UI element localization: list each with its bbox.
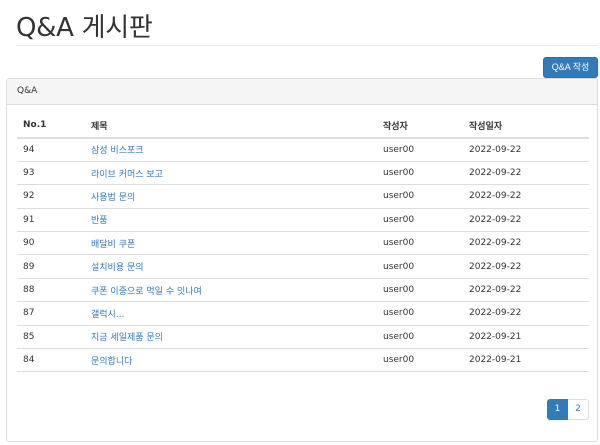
table-row: 94 삼성 비스포크 user00 2022-09-22 (17, 138, 589, 162)
row-writer: user00 (377, 208, 463, 233)
qa-panel: Q&A No.1 제목 작성자 작성일자 94 삼성 비스포크 user00 2… (6, 78, 598, 442)
row-writer: user00 (377, 254, 463, 279)
row-no: 89 (17, 254, 85, 279)
row-no: 88 (17, 278, 85, 303)
row-writer: user00 (377, 138, 463, 162)
row-title-link[interactable]: 문의합니다 (91, 357, 132, 367)
panel-heading: Q&A (7, 79, 597, 105)
row-date: 2022-09-22 (463, 231, 589, 256)
row-title-link[interactable]: 삼성 비스포크 (91, 146, 144, 156)
page-button-1[interactable]: 1 (547, 399, 568, 420)
table-row: 85 지금 세일제품 문의 user00 2022-09-21 (17, 325, 589, 350)
table-row: 84 문의합니다 user00 2022-09-21 (17, 348, 589, 373)
row-no: 90 (17, 231, 85, 256)
column-header-no: No.1 (17, 113, 85, 139)
page-header: Q&A 게시판 (16, 0, 598, 46)
page-button-2[interactable]: 2 (568, 399, 589, 420)
row-date: 2022-09-22 (463, 184, 589, 209)
pagination: 1 2 (547, 399, 589, 420)
column-header-writer: 작성자 (377, 113, 463, 139)
row-date: 2022-09-22 (463, 138, 589, 162)
row-no: 92 (17, 184, 85, 209)
row-writer: user00 (377, 231, 463, 256)
row-title-link[interactable]: 설치비용 문의 (91, 263, 144, 273)
write-qa-button[interactable]: Q&A 작성 (543, 57, 598, 78)
row-date: 2022-09-22 (463, 278, 589, 303)
row-no: 94 (17, 138, 85, 162)
row-title-link[interactable]: 지금 세일제품 문의 (91, 333, 163, 343)
row-title-link[interactable]: 배달비 쿠폰 (91, 240, 135, 250)
row-title-link[interactable]: 쿠폰 이중으로 먹일 수 잇나여 (91, 287, 202, 297)
row-date: 2022-09-21 (463, 348, 589, 373)
row-no: 93 (17, 161, 85, 186)
table-header-row: No.1 제목 작성자 작성일자 (17, 113, 589, 139)
table-row: 92 사용법 문의 user00 2022-09-22 (17, 184, 589, 209)
row-writer: user00 (377, 301, 463, 326)
table-row: 87 갤럭시... user00 2022-09-22 (17, 301, 589, 326)
row-date: 2022-09-22 (463, 254, 589, 279)
row-title-link[interactable]: 사용법 문의 (91, 193, 135, 203)
row-title-link[interactable]: 라이브 커머스 보고 (91, 170, 163, 180)
column-header-title: 제목 (85, 113, 377, 139)
row-date: 2022-09-22 (463, 208, 589, 233)
row-no: 85 (17, 325, 85, 350)
row-writer: user00 (377, 325, 463, 350)
page-title: Q&A 게시판 (16, 13, 153, 43)
row-no: 87 (17, 301, 85, 326)
table-row: 93 라이브 커머스 보고 user00 2022-09-22 (17, 161, 589, 186)
row-no: 84 (17, 348, 85, 373)
row-date: 2022-09-22 (463, 161, 589, 186)
table-row: 89 설치비용 문의 user00 2022-09-22 (17, 254, 589, 279)
row-date: 2022-09-21 (463, 325, 589, 350)
row-title-link[interactable]: 갤럭시... (91, 310, 124, 320)
table-row: 90 배달비 쿠폰 user00 2022-09-22 (17, 231, 589, 256)
row-writer: user00 (377, 161, 463, 186)
row-writer: user00 (377, 184, 463, 209)
row-writer: user00 (377, 278, 463, 303)
row-title-link[interactable]: 반품 (91, 216, 108, 226)
table-row: 88 쿠폰 이중으로 먹일 수 잇나여 user00 2022-09-22 (17, 278, 589, 303)
row-writer: user00 (377, 348, 463, 373)
row-no: 91 (17, 208, 85, 233)
row-date: 2022-09-22 (463, 301, 589, 326)
table-row: 91 반품 user00 2022-09-22 (17, 208, 589, 233)
qa-table: No.1 제목 작성자 작성일자 94 삼성 비스포크 user00 2022-… (17, 113, 589, 373)
column-header-date: 작성일자 (463, 113, 589, 139)
